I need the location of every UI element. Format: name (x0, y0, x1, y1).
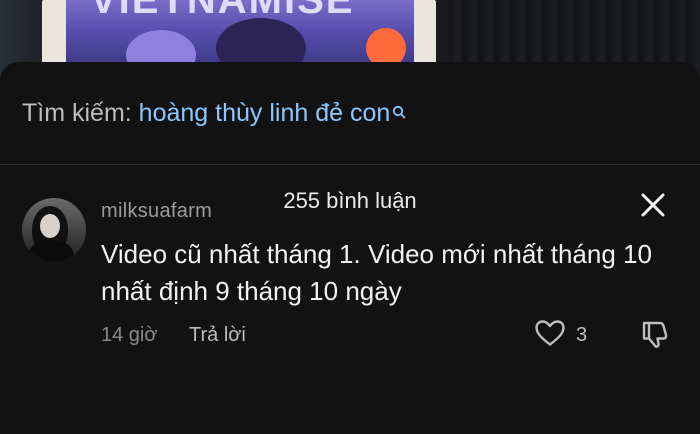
like-button[interactable]: 3 (534, 319, 588, 352)
comment-meta: 14 giờ Trả lời (101, 320, 246, 350)
close-icon (636, 193, 670, 226)
comment-text: Video cũ nhất tháng 1. Video mới nhất th… (101, 239, 652, 306)
avatar-face (40, 214, 60, 238)
search-icon (392, 100, 406, 119)
search-term-link[interactable]: hoàng thùy linh đẻ con (139, 99, 391, 127)
artwork-shape (366, 28, 406, 64)
artwork-shape (126, 30, 196, 64)
comment-username[interactable]: milksuafarm (101, 200, 212, 223)
avatar-body (28, 240, 74, 262)
poster-title: VIETNAMISE (90, 0, 355, 22)
dislike-button[interactable] (640, 318, 672, 350)
divider (0, 164, 700, 165)
artwork-shape (216, 18, 306, 64)
dislike-icon (640, 321, 672, 354)
poster-frame: VIETNAMISE (42, 0, 436, 70)
search-prefix: Tìm kiếm: (22, 99, 132, 127)
poster-artwork: VIETNAMISE (66, 0, 414, 64)
close-button[interactable] (636, 188, 670, 222)
tiktok-comments-screen: VIETNAMISE Tìm kiếm: hoàng thùy linh đẻ … (0, 0, 700, 434)
heart-outline-icon (534, 319, 566, 352)
search-suggestion[interactable]: Tìm kiếm: hoàng thùy linh đẻ con (22, 98, 406, 128)
like-count: 3 (576, 323, 588, 346)
reply-button[interactable]: Trả lời (189, 324, 246, 346)
avatar[interactable] (22, 198, 86, 262)
comment-time: 14 giờ (101, 324, 158, 346)
